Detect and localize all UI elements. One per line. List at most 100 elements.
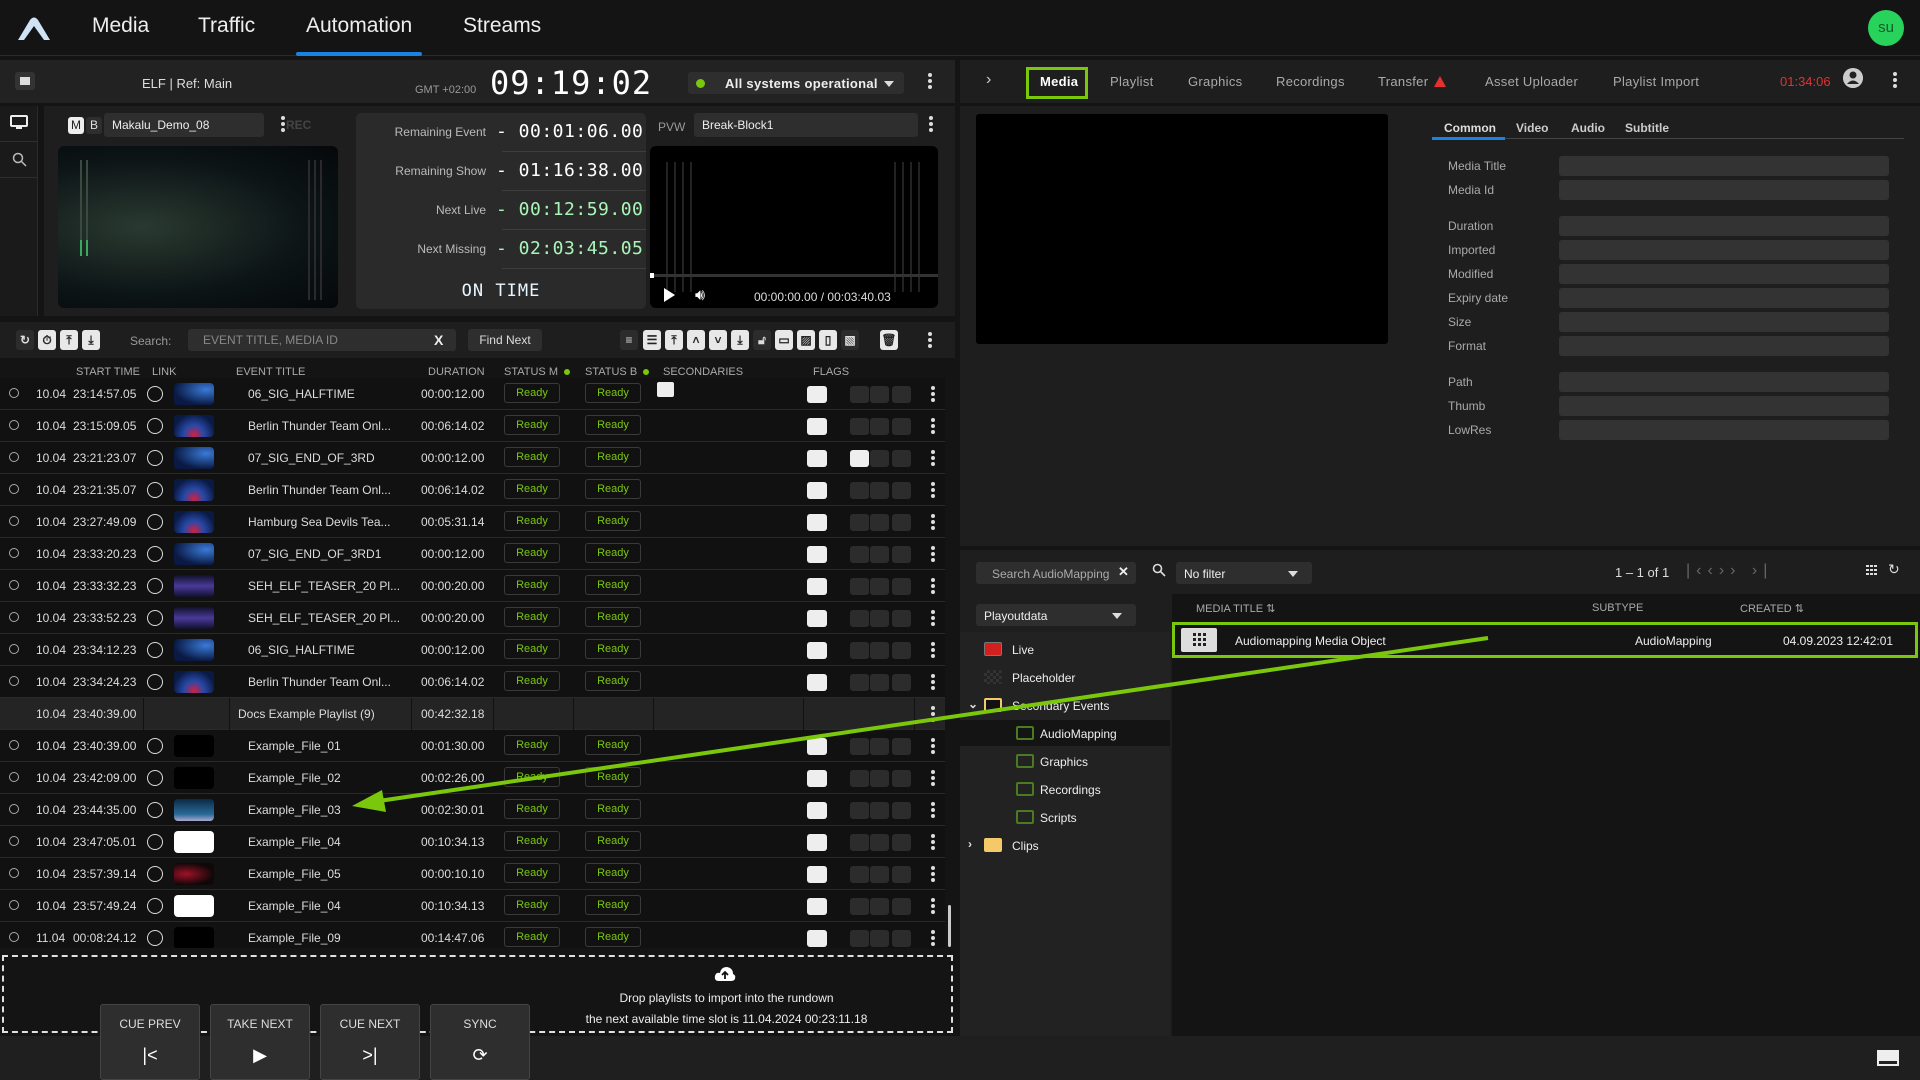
link-icon[interactable] (147, 802, 163, 818)
no-secondary-flag-icon[interactable] (892, 450, 911, 467)
row-more-icon[interactable] (931, 450, 935, 466)
move-bottom-icon[interactable]: ⤓ (731, 330, 749, 350)
move-down-icon[interactable]: ˅ (709, 330, 727, 350)
user-avatar[interactable]: su (1868, 10, 1904, 46)
app-logo-icon[interactable] (16, 14, 52, 42)
tree-item-clips[interactable]: › Clips (960, 832, 1170, 858)
timing-icon[interactable] (9, 612, 19, 622)
link-icon[interactable] (147, 866, 163, 882)
jump-bottom-icon[interactable]: ⤓ (82, 330, 100, 350)
row-more-icon[interactable] (931, 802, 935, 818)
nav-tab-traffic[interactable]: Traffic (198, 14, 255, 38)
no-secondary-flag-icon[interactable] (892, 578, 911, 595)
split-flag-icon[interactable] (870, 802, 889, 819)
table-row[interactable]: 10.04 23:33:32.23 SEH_ELF_TEASER_20 Pl..… (0, 570, 945, 602)
timing-icon[interactable] (9, 420, 19, 430)
move-up-icon[interactable]: ˄ (687, 330, 705, 350)
row-more-icon[interactable] (931, 546, 935, 562)
right-tab-media[interactable]: Media (1040, 74, 1078, 89)
meta-field-input[interactable] (1559, 420, 1889, 440)
scrubber-handle[interactable] (650, 273, 654, 278)
link-icon[interactable] (147, 770, 163, 786)
window-toggle-icon[interactable] (1877, 1050, 1899, 1066)
media-tab-video[interactable]: Video (1516, 121, 1548, 135)
col-duration[interactable]: DURATION (428, 366, 485, 378)
link-icon[interactable] (147, 930, 163, 946)
chevron-down-icon[interactable]: ⌄ (968, 697, 978, 711)
clear-asset-search-icon[interactable]: ✕ (1118, 564, 1129, 580)
system-status-dropdown[interactable]: All systems operational (688, 72, 904, 94)
playlist-flag-icon[interactable] (807, 930, 827, 947)
timing-icon[interactable] (9, 836, 19, 846)
meta-field-input[interactable] (1559, 372, 1889, 392)
playlist-flag-icon[interactable] (807, 738, 827, 755)
split-flag-icon[interactable] (870, 386, 889, 403)
volume-icon[interactable]: 🔊︎ (695, 287, 705, 305)
media-tab-subtitle[interactable]: Subtitle (1625, 121, 1669, 135)
split-flag-icon[interactable] (870, 418, 889, 435)
table-row[interactable]: 10.04 23:47:05.01 Example_File_04 00:10:… (0, 826, 945, 858)
preview-more-icon[interactable] (929, 116, 933, 132)
meta-field-input[interactable] (1559, 264, 1889, 284)
right-tab-transfer[interactable]: Transfer (1378, 74, 1447, 89)
row-more-icon[interactable] (931, 930, 935, 946)
playlist-flag-icon[interactable] (807, 898, 827, 915)
table-row[interactable]: 11.04 00:08:24.12 Example_File_09 00:14:… (0, 922, 945, 948)
playlist-flag-icon[interactable] (807, 610, 827, 627)
row-more-icon[interactable] (931, 386, 935, 402)
lock-icon[interactable]: 🔓︎ (753, 330, 771, 350)
link-icon[interactable] (147, 738, 163, 754)
filter-dropdown[interactable]: No filter (1176, 562, 1312, 584)
pagination-controls[interactable]: |‹‹›› ›| (1686, 562, 1773, 580)
no-secondary-flag-icon[interactable] (892, 482, 911, 499)
tree-item-scripts[interactable]: Scripts (960, 804, 1170, 830)
no-secondary-flag-icon[interactable] (892, 610, 911, 627)
tree-item-recordings[interactable]: Recordings (960, 776, 1170, 802)
timing-icon[interactable] (9, 772, 19, 782)
timing-icon[interactable] (9, 804, 19, 814)
row-more-icon[interactable] (931, 770, 935, 786)
chevron-right-icon[interactable]: › (986, 71, 991, 89)
right-more-icon[interactable] (1893, 72, 1897, 88)
loop-flag-icon[interactable] (850, 418, 869, 435)
row-more-icon[interactable] (931, 834, 935, 850)
grid-view-icon[interactable] (1866, 565, 1878, 575)
row-more-icon[interactable] (931, 898, 935, 914)
link-icon[interactable] (147, 450, 163, 466)
table-row[interactable]: 10.04 23:21:35.07 Berlin Thunder Team On… (0, 474, 945, 506)
split-flag-icon[interactable] (870, 578, 889, 595)
row-more-icon[interactable] (931, 642, 935, 658)
timing-icon[interactable] (9, 452, 19, 462)
program-more-icon[interactable] (281, 116, 285, 132)
split-flag-icon[interactable] (870, 450, 889, 467)
loop-flag-icon[interactable] (850, 802, 869, 819)
main-badge[interactable]: M (68, 117, 84, 134)
link-icon[interactable] (147, 514, 163, 530)
playlist-flag-icon[interactable] (807, 578, 827, 595)
nav-tab-media[interactable]: Media (92, 14, 149, 38)
timing-icon[interactable] (9, 868, 19, 878)
loop-flag-icon[interactable] (850, 386, 869, 403)
no-secondary-flag-icon[interactable] (892, 866, 911, 883)
timing-icon[interactable] (9, 900, 19, 910)
find-next-button[interactable]: Find Next (468, 329, 542, 351)
timing-icon[interactable] (9, 740, 19, 750)
tree-item-graphics[interactable]: Graphics (960, 748, 1170, 774)
split-flag-icon[interactable] (870, 674, 889, 691)
split-flag-icon[interactable] (870, 866, 889, 883)
link-icon[interactable] (147, 610, 163, 626)
playlist-flag-icon[interactable] (807, 802, 827, 819)
tree-item-secondary-events[interactable]: ⌄ Secondary Events (960, 692, 1170, 718)
row-more-icon[interactable] (931, 610, 935, 626)
clear-search-icon[interactable]: X (434, 332, 443, 348)
loop-flag-icon[interactable] (850, 674, 869, 691)
asset-search-input[interactable]: Search AudioMapping (976, 562, 1136, 584)
playlist-flag-icon[interactable] (807, 450, 827, 467)
no-secondary-flag-icon[interactable] (892, 770, 911, 787)
right-tab-asset-uploader[interactable]: Asset Uploader (1485, 74, 1578, 89)
sync-button[interactable]: SYNC ⟳ (430, 1004, 530, 1080)
loop-flag-icon[interactable] (850, 482, 869, 499)
script-off-icon[interactable]: ▧ (841, 330, 859, 350)
loop-flag-icon[interactable] (850, 898, 869, 915)
table-row[interactable]: 10.04 23:40:39.00 Example_File_01 00:01:… (0, 730, 945, 762)
